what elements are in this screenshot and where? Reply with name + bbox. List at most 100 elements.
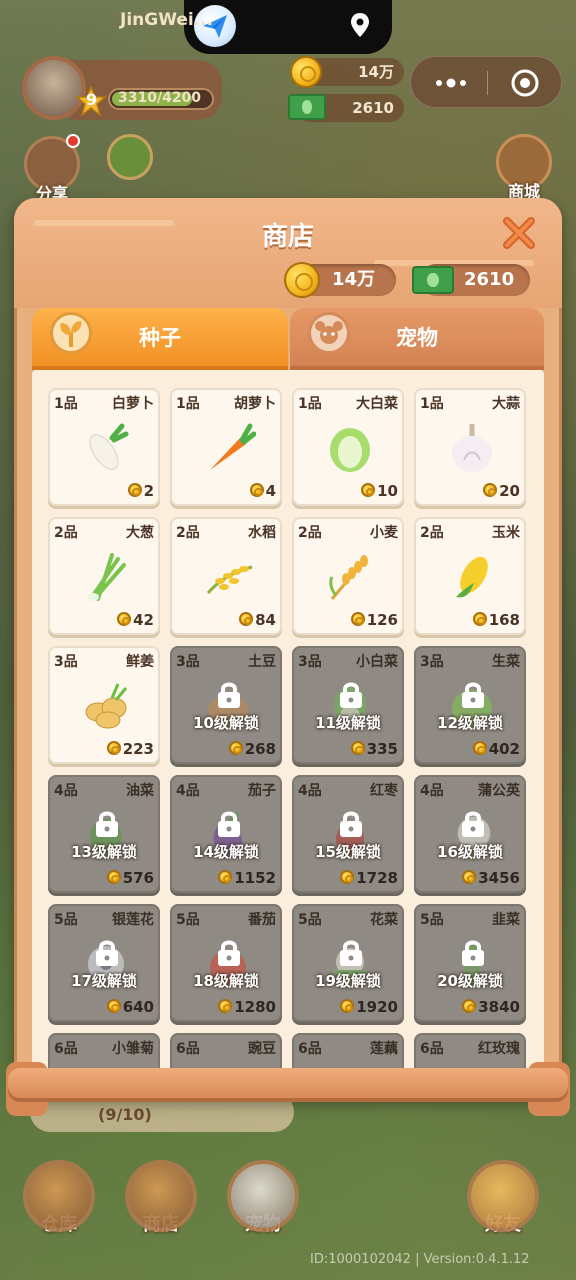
seed-price-value: 126 — [366, 611, 398, 629]
seed-grade: 1品 — [420, 396, 444, 412]
unlock-requirement: 19级解锁 — [315, 972, 381, 990]
seed-card-rape[interactable]: 4品 油菜 13级解锁 576 — [48, 775, 160, 893]
tab-seeds-label: 种子 — [139, 326, 181, 350]
lock-icon — [462, 682, 484, 708]
seed-card-daikon[interactable]: 1品 白萝卜 2 — [48, 388, 160, 506]
friends-button[interactable]: 好友 — [458, 1160, 548, 1236]
seed-price: 42 — [117, 611, 154, 629]
seed-name: 蒲公英 — [478, 783, 520, 799]
unlock-requirement: 13级解锁 — [71, 843, 137, 861]
seed-name: 银莲花 — [112, 912, 154, 928]
mall-button[interactable]: 商城 — [488, 134, 560, 202]
warehouse-icon — [23, 1160, 95, 1232]
seed-grade: 1品 — [176, 396, 200, 412]
pet-paw-icon — [308, 312, 350, 354]
seed-name: 大葱 — [126, 525, 154, 541]
seed-card-garlic[interactable]: 1品 大蒜 20 — [414, 388, 526, 506]
seed-price-value: 10 — [377, 482, 398, 500]
seed-grade: 2品 — [54, 525, 78, 541]
seed-name: 土豆 — [248, 654, 276, 670]
mini-program-capsule — [410, 56, 562, 108]
pet-button[interactable]: 宠物 — [218, 1160, 308, 1236]
coin-icon — [239, 612, 254, 626]
seed-grade: 3品 — [420, 654, 444, 670]
close-target-icon[interactable] — [509, 67, 541, 99]
seed-price: 20 — [483, 482, 520, 500]
lock-icon — [462, 811, 484, 837]
seed-name: 小雏菊 — [112, 1041, 154, 1057]
carrot-icon — [210, 423, 256, 470]
seed-price-value: 268 — [244, 740, 276, 758]
panel-scroll-bar — [8, 1068, 568, 1098]
cash-icon — [412, 266, 454, 294]
coin-icon — [284, 262, 320, 298]
seed-price-value: 1152 — [234, 869, 276, 887]
event-button[interactable] — [100, 134, 160, 180]
seed-card-corn[interactable]: 2品 玉米 168 — [414, 517, 526, 635]
seed-card-anemone[interactable]: 5品 银莲花 17级解锁 640 — [48, 904, 160, 1022]
seed-card-daisy[interactable]: 6品 小雏菊 — [48, 1033, 160, 1070]
seed-price: 1280 — [218, 998, 276, 1016]
seed-name: 茄子 — [248, 783, 276, 799]
seed-card-carrot[interactable]: 1品 胡萝卜 4 — [170, 388, 282, 506]
seed-card-eggplant[interactable]: 4品 茄子 14级解锁 1152 — [170, 775, 282, 893]
ginger-icon — [85, 683, 128, 729]
seed-price-value: 42 — [133, 611, 154, 629]
seed-card-rose[interactable]: 6品 红玫瑰 — [414, 1033, 526, 1070]
coin-icon — [472, 612, 487, 626]
coin-icon — [218, 999, 233, 1013]
rice-icon — [206, 565, 253, 594]
lock-icon — [340, 811, 362, 837]
seed-price: 3456 — [462, 869, 520, 887]
more-dots-icon[interactable] — [431, 69, 471, 97]
tab-pets-label: 宠物 — [396, 326, 438, 350]
seed-grade: 2品 — [298, 525, 322, 541]
lock-icon — [462, 940, 484, 966]
seed-card-scallion[interactable]: 2品 大葱 42 — [48, 517, 160, 635]
seed-price: 1920 — [340, 998, 398, 1016]
task-bar[interactable] — [30, 1092, 294, 1132]
seed-grade: 6品 — [176, 1041, 200, 1057]
unlock-requirement: 11级解锁 — [315, 714, 381, 732]
seed-card-rice[interactable]: 2品 水稻 84 — [170, 517, 282, 635]
seed-grade: 2品 — [176, 525, 200, 541]
shop-icon — [125, 1160, 197, 1232]
pet-icon — [227, 1160, 299, 1232]
corn-icon — [456, 556, 488, 598]
seed-price: 1152 — [218, 869, 276, 887]
coin-icon — [127, 483, 142, 497]
seed-card-lettuce[interactable]: 3品 生菜 12级解锁 402 — [414, 646, 526, 764]
seed-card-pea[interactable]: 6品 豌豆 — [170, 1033, 282, 1070]
seed-name: 白萝卜 — [112, 396, 154, 412]
friends-bird-icon — [467, 1160, 539, 1232]
seed-grade: 5品 — [298, 912, 322, 928]
seed-grade: 5品 — [420, 912, 444, 928]
seed-card-lotus-root[interactable]: 6品 莲藕 — [292, 1033, 404, 1070]
seed-card-dandelion[interactable]: 4品 蒲公英 16级解锁 3456 — [414, 775, 526, 893]
seed-card-wheat[interactable]: 2品 小麦 126 — [292, 517, 404, 635]
seed-price-value: 223 — [122, 740, 154, 758]
coin-icon — [117, 612, 132, 626]
shop-button[interactable]: 商店 — [116, 1160, 206, 1236]
seed-card-potato[interactable]: 3品 土豆 10级解锁 268 — [170, 646, 282, 764]
seed-grade: 6品 — [298, 1041, 322, 1057]
seed-price-value: 4 — [265, 482, 276, 500]
coin-icon — [462, 870, 477, 884]
seed-card-jujube[interactable]: 4品 红枣 15级解锁 1728 — [292, 775, 404, 893]
event-icon — [107, 134, 153, 180]
warehouse-button[interactable]: 仓库 — [14, 1160, 104, 1236]
unlock-requirement: 14级解锁 — [193, 843, 259, 861]
coin-icon — [249, 483, 264, 497]
seed-card-tomato[interactable]: 5品 番茄 18级解锁 1280 — [170, 904, 282, 1022]
seed-price-value: 3456 — [478, 869, 520, 887]
seed-card-cauliflower[interactable]: 5品 花菜 19级解锁 1920 — [292, 904, 404, 1022]
close-icon[interactable] — [500, 214, 538, 252]
seed-card-ginger[interactable]: 3品 鲜姜 223 — [48, 646, 160, 764]
seed-price-value: 1280 — [234, 998, 276, 1016]
seed-card-chives[interactable]: 5品 韭菜 20级解锁 3840 — [414, 904, 526, 1022]
seed-price: 268 — [228, 740, 276, 758]
seed-name: 玉米 — [492, 525, 520, 541]
seed-card-bokchoy[interactable]: 3品 小白菜 11级解锁 335 — [292, 646, 404, 764]
seed-card-cabbage[interactable]: 1品 大白菜 10 — [292, 388, 404, 506]
unlock-requirement: 16级解锁 — [437, 843, 503, 861]
